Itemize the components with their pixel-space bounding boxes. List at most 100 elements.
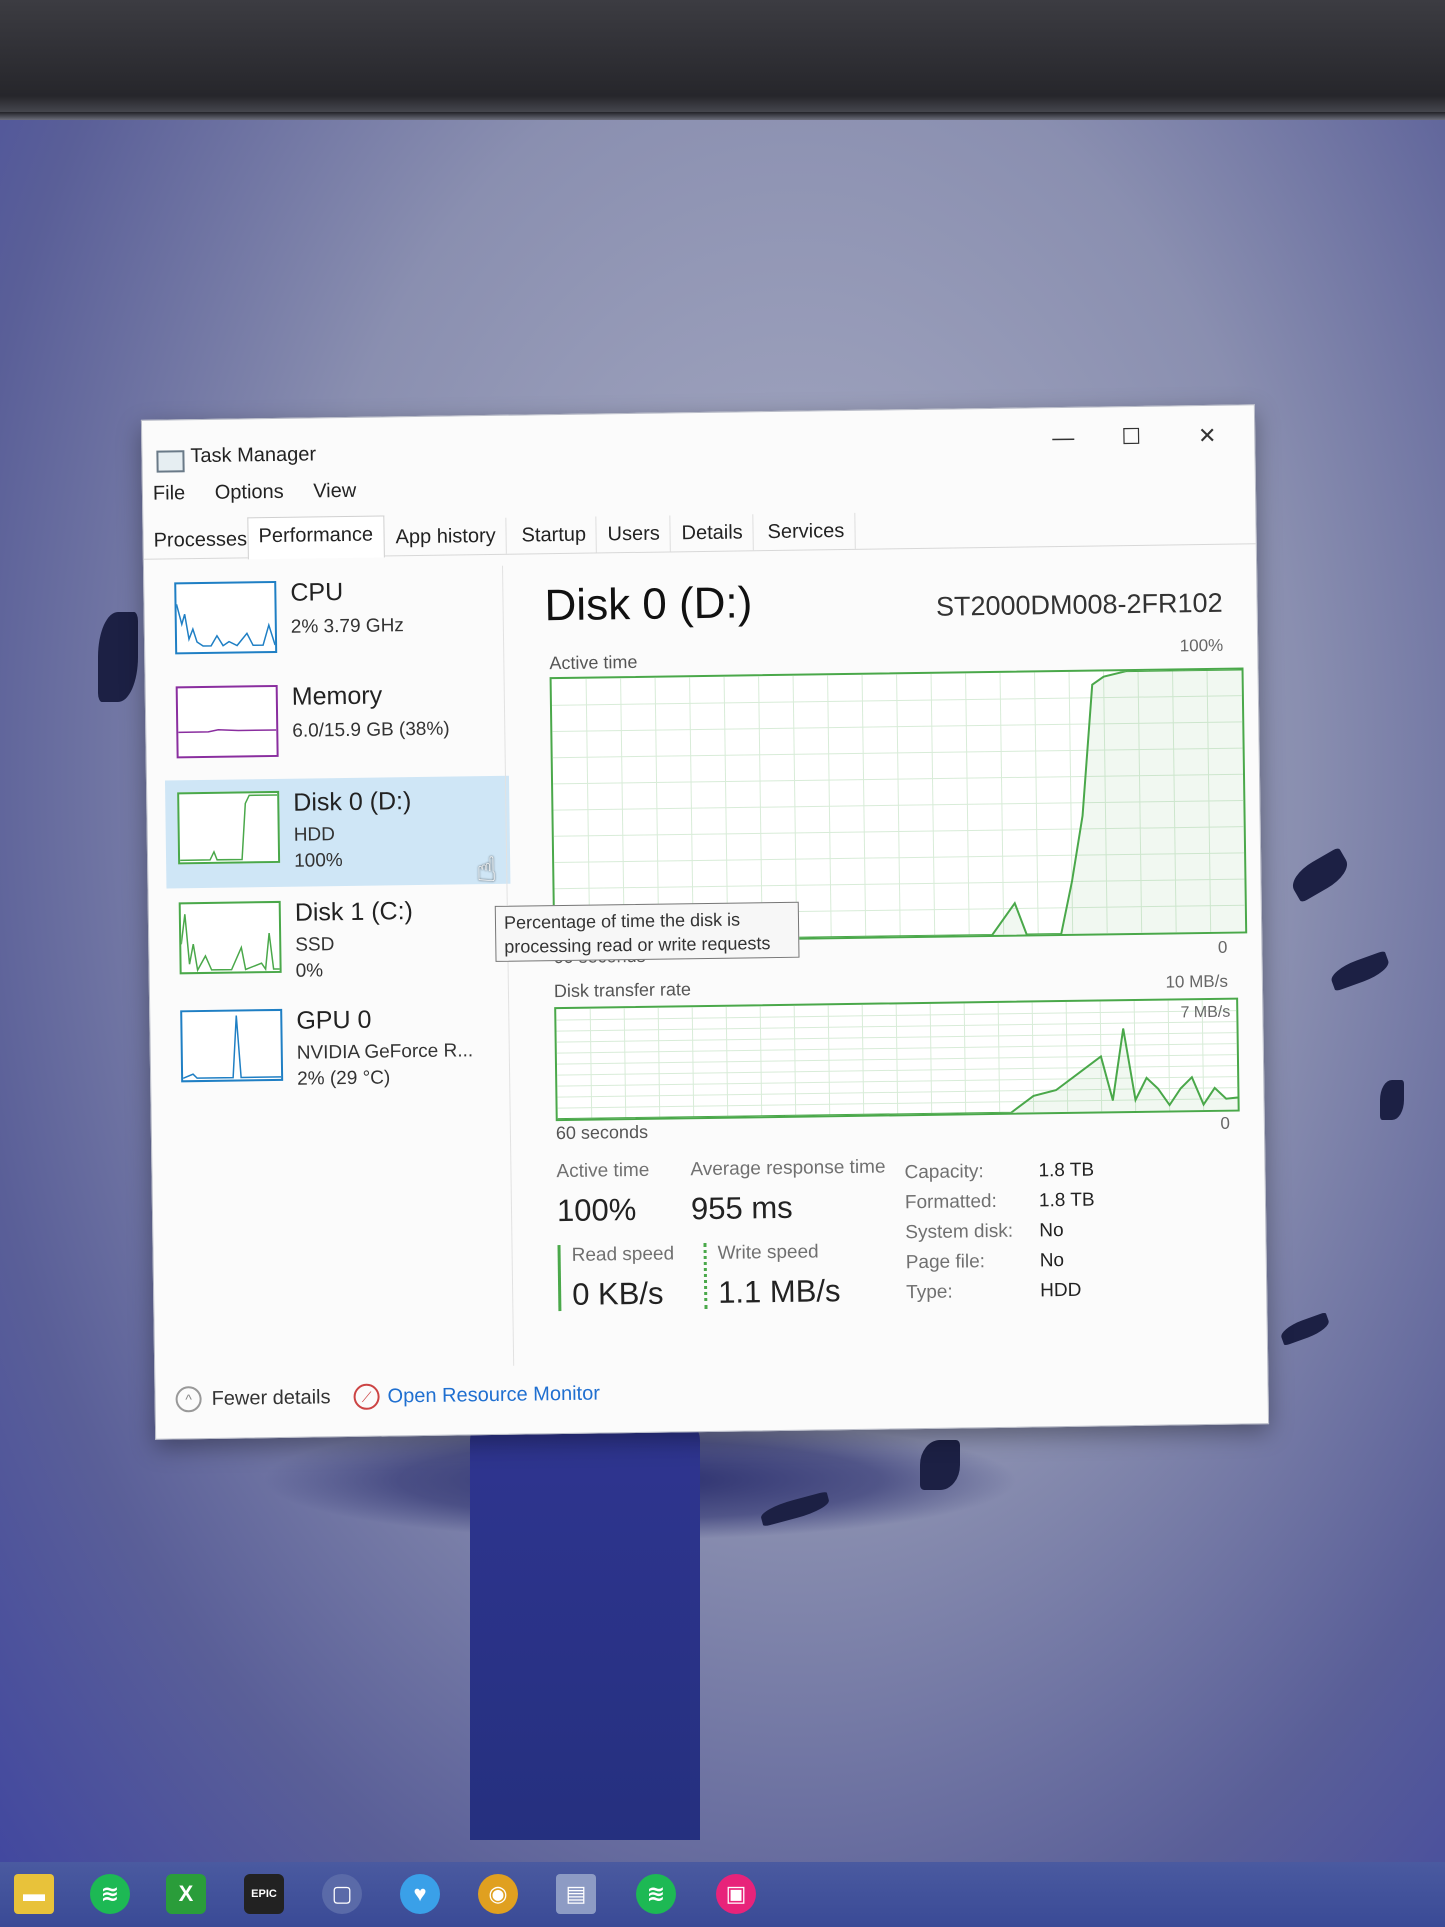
prop-capacity-value: 1.8 TB: [1038, 1159, 1095, 1182]
sidebar-item-disk-1[interactable]: Disk 1 (C:) SSD 0%: [167, 886, 512, 999]
title-bar[interactable]: Task Manager — ☐ ✕: [142, 405, 1255, 473]
sidebar-cpu-usage: 2% 3.79 GHz: [290, 615, 404, 638]
menu-bar: File Options View: [153, 479, 381, 505]
transfer-graph-max: 10 MB/s: [1165, 971, 1229, 992]
stat-read-speed-label: Read speed: [571, 1243, 675, 1266]
file-explorer-icon[interactable]: ▬: [14, 1874, 54, 1914]
resource-monitor-icon[interactable]: ⟋: [353, 1383, 380, 1410]
active-time-tooltip: Percentage of time the disk is processin…: [494, 901, 800, 962]
prop-page-file-value: No: [1039, 1250, 1065, 1272]
tab-app-history[interactable]: App history: [385, 517, 507, 556]
prop-system-disk-value: No: [1039, 1220, 1064, 1242]
mouse-app-icon[interactable]: ▢: [322, 1874, 362, 1914]
prop-page-file-key: Page file:: [905, 1251, 986, 1274]
transfer-graph-label: Disk transfer rate: [553, 979, 692, 1002]
sidebar-disk1-type: SSD: [295, 934, 335, 956]
active-time-graph-label: Active time: [549, 651, 638, 674]
heart-app-icon[interactable]: ♥: [400, 1874, 440, 1914]
task-manager-app-icon: [156, 450, 185, 473]
stat-write-speed-value: 1.1 MB/s: [717, 1273, 841, 1310]
tab-startup[interactable]: Startup: [511, 516, 598, 554]
disk-model: ST2000DM008-2FR102: [935, 587, 1223, 622]
stat-response-time-value: 955 ms: [690, 1189, 793, 1227]
taskbar: ▬ ≋ X EPIC ▢ ♥ ◉ ▤ ≋ ▣: [0, 1862, 1445, 1927]
tab-services[interactable]: Services: [757, 512, 856, 551]
window-footer: ^ Fewer details ⟋ Open Resource Monitor: [155, 1343, 1268, 1439]
wallpaper-bird: [1278, 1311, 1332, 1347]
minimize-button[interactable]: —: [1040, 420, 1086, 457]
xbox-icon[interactable]: X: [166, 1874, 206, 1914]
active-time-graph-max: 100%: [1179, 635, 1224, 656]
disk0-thumbnail-graph: [177, 790, 281, 865]
sidebar-item-cpu[interactable]: CPU 2% 3.79 GHz: [162, 566, 507, 679]
disk1-thumbnail-line: [180, 914, 280, 973]
sidebar-item-disk-0[interactable]: Disk 0 (D:) HDD 100%: [164, 775, 511, 889]
stat-read-speed-value: 0 KB/s: [571, 1275, 664, 1312]
sidebar-memory-usage: 6.0/15.9 GB (38%): [292, 718, 450, 742]
memory-thumbnail-line: [178, 729, 277, 734]
cpu-thumbnail-graph: [174, 580, 278, 655]
maximize-button[interactable]: ☐: [1108, 419, 1154, 456]
spotify-icon[interactable]: ≋: [90, 1874, 130, 1914]
transfer-rate-graph-svg: [556, 1000, 1238, 1120]
sidebar-disk0-usage: 100%: [293, 850, 343, 872]
active-time-graph: [549, 667, 1248, 944]
sidebar-label-disk-0: Disk 0 (D:): [293, 787, 412, 817]
gpu-thumbnail-line: [182, 1015, 282, 1079]
memory-thumbnail-graph: [175, 684, 279, 759]
tab-users[interactable]: Users: [597, 515, 672, 553]
task-manager-window: Task Manager — ☐ ✕ File Options View Pro…: [140, 404, 1270, 1440]
monitor-bezel: [0, 0, 1445, 120]
wallpaper-bird: [1328, 950, 1392, 992]
sidebar-item-gpu-0[interactable]: GPU 0 NVIDIA GeForce R... 2% (29 °C): [168, 994, 513, 1107]
transfer-graph-duration: 60 seconds: [555, 1121, 649, 1144]
tab-processes[interactable]: Processes: [143, 521, 259, 559]
prop-formatted-key: Formatted:: [904, 1190, 997, 1214]
transfer-graph-min: 0: [1220, 1113, 1230, 1133]
chrome-icon[interactable]: ◉: [478, 1874, 518, 1914]
menu-options[interactable]: Options: [215, 481, 284, 504]
close-button[interactable]: ✕: [1184, 418, 1230, 455]
sidebar-gpu-usage: 2% (29 °C): [297, 1067, 391, 1090]
pink-app-icon[interactable]: ▣: [716, 1874, 756, 1914]
wallpaper-bird: [98, 612, 138, 702]
hand-cursor-icon: ☝: [475, 850, 498, 890]
sidebar-disk0-type: HDD: [293, 824, 336, 846]
wallpaper-bird: [920, 1440, 960, 1490]
window-title: Task Manager: [190, 443, 317, 468]
menu-view[interactable]: View: [313, 480, 356, 503]
stat-write-speed-label: Write speed: [717, 1241, 819, 1264]
wallpaper-tree-trunk: [470, 1420, 700, 1840]
sidebar-label-gpu-0: GPU 0: [296, 1005, 372, 1035]
tab-details[interactable]: Details: [671, 514, 754, 552]
sidebar-disk1-usage: 0%: [295, 960, 324, 982]
active-time-graph-svg: [551, 669, 1246, 942]
gpu-thumbnail-graph: [180, 1008, 284, 1083]
stat-active-time-value: 100%: [556, 1191, 637, 1229]
prop-formatted-value: 1.8 TB: [1038, 1189, 1095, 1212]
disk0-thumbnail-line: [180, 794, 278, 862]
prop-capacity-key: Capacity:: [904, 1161, 984, 1184]
disk1-thumbnail-graph: [178, 900, 282, 975]
write-speed-indicator: [703, 1243, 708, 1310]
transfer-graph-inner-scale: 7 MB/s: [1180, 1003, 1231, 1022]
stat-active-time-label: Active time: [556, 1159, 650, 1183]
task-manager-taskbar-icon[interactable]: ▤: [556, 1874, 596, 1914]
cpu-thumbnail-line: [175, 604, 276, 647]
page-title: Disk 0 (D:): [544, 578, 753, 631]
sidebar-label-cpu: CPU: [290, 578, 344, 607]
sidebar-label-disk-1: Disk 1 (C:): [294, 897, 414, 927]
fewer-details-link[interactable]: Fewer details: [211, 1386, 330, 1411]
prop-type-key: Type:: [906, 1281, 953, 1304]
tab-strip: Processes Performance App history Startu…: [143, 503, 1256, 560]
tab-performance[interactable]: Performance: [247, 515, 385, 560]
epic-games-icon[interactable]: EPIC: [244, 1874, 284, 1914]
wallpaper-bird: [1380, 1080, 1404, 1120]
chevron-up-icon[interactable]: ^: [175, 1386, 202, 1413]
open-resource-monitor-link[interactable]: Open Resource Monitor: [387, 1383, 600, 1409]
prop-type-value: HDD: [1040, 1279, 1082, 1302]
sidebar-item-memory[interactable]: Memory 6.0/15.9 GB (38%): [163, 670, 508, 783]
active-time-graph-min: 0: [1217, 937, 1228, 957]
spotify-second-icon[interactable]: ≋: [636, 1874, 676, 1914]
menu-file[interactable]: File: [153, 482, 186, 504]
